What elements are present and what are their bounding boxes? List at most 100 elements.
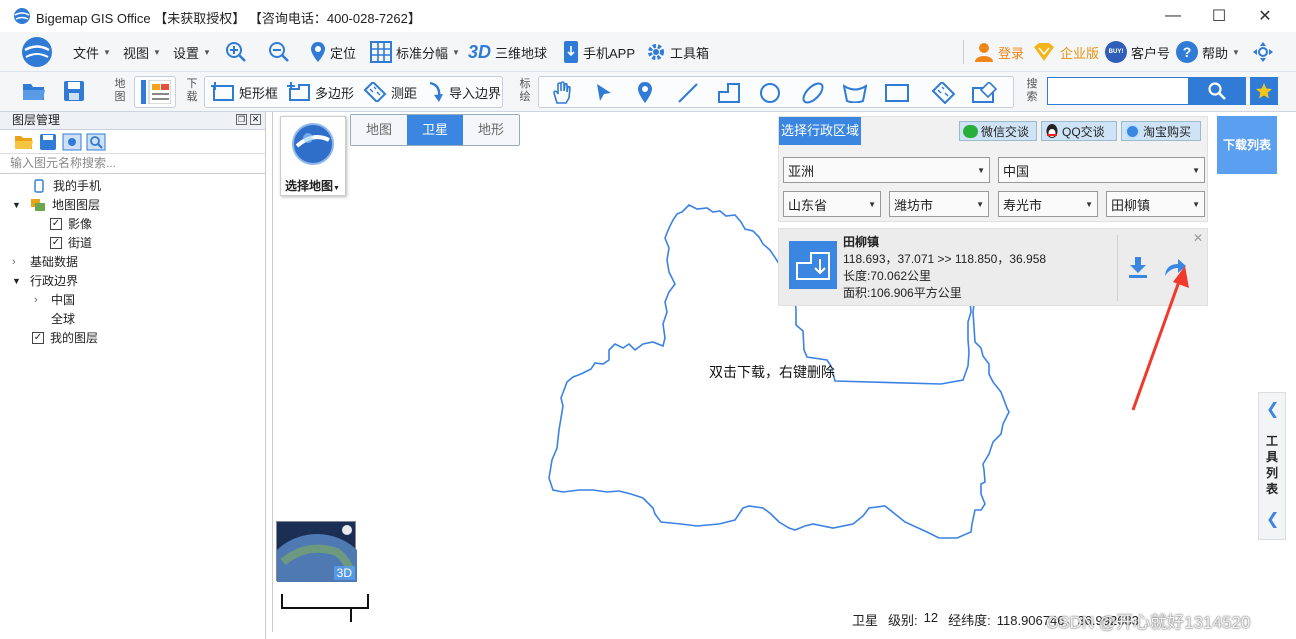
- tree-item-global[interactable]: 全球: [0, 309, 265, 328]
- ellipse-draw-icon[interactable]: [801, 81, 825, 105]
- save-icon[interactable]: [63, 80, 85, 102]
- search-group-label: 搜索: [1026, 78, 1038, 104]
- search-input[interactable]: [1047, 77, 1189, 105]
- buy-badge-icon: BUY!: [1105, 41, 1127, 63]
- target-move-icon[interactable]: [1252, 41, 1274, 63]
- locate-button[interactable]: 定位: [310, 38, 356, 66]
- country-select[interactable]: 中国 ▼: [998, 157, 1205, 183]
- map-canvas[interactable]: 选择地图▼ 地图 卫星 地形 双击下载，右键删除 选择行政区域 微信交谈 QQ交…: [259, 112, 1288, 639]
- favorite-button[interactable]: [1250, 77, 1278, 105]
- province-select[interactable]: 山东省 ▼: [783, 191, 881, 217]
- login-button[interactable]: 登录: [974, 38, 1024, 66]
- chevron-down-icon[interactable]: ▼: [12, 200, 30, 210]
- chevron-down-icon: ▼: [153, 47, 161, 57]
- chevron-right-icon[interactable]: ›: [12, 256, 30, 268]
- settings-menu-label: 设置: [173, 45, 200, 61]
- tree-item-admin-boundary[interactable]: ▼ 行政边界: [0, 271, 265, 290]
- measure-button[interactable]: 测距: [363, 78, 417, 106]
- standard-sheet-button[interactable]: 标准分幅 ▼: [370, 38, 460, 66]
- map-source-button[interactable]: [134, 76, 176, 108]
- taobao-buy-button[interactable]: 淘宝购买: [1121, 121, 1201, 141]
- layer-search-icon[interactable]: [86, 133, 106, 151]
- tool-list-char-3: 列: [1266, 466, 1279, 480]
- rect-frame-button[interactable]: 矩形框: [211, 78, 278, 106]
- scale-bar: [281, 594, 369, 622]
- close-button[interactable]: ✕: [1242, 0, 1288, 32]
- continent-select[interactable]: 亚洲 ▼: [783, 157, 990, 183]
- my-layers-checkbox[interactable]: ✓: [32, 331, 44, 344]
- area-measure-icon[interactable]: [971, 82, 997, 104]
- save-icon[interactable]: [38, 133, 58, 151]
- country-value: 中国: [1003, 163, 1030, 179]
- line-draw-icon[interactable]: [677, 82, 699, 104]
- download-list-button[interactable]: 下载列表: [1217, 116, 1277, 174]
- chevron-right-icon[interactable]: ›: [34, 294, 51, 306]
- view-menu[interactable]: 视图 ▼: [123, 38, 161, 66]
- close-card-icon[interactable]: ✕: [1193, 231, 1203, 245]
- select-all-icon[interactable]: [62, 133, 82, 151]
- open-folder-icon[interactable]: [22, 80, 46, 102]
- tree-label-streets: 街道: [68, 236, 93, 250]
- tree-item-china[interactable]: › 中国: [0, 290, 265, 309]
- mobile-app-button[interactable]: 手机APP: [563, 38, 635, 66]
- hand-pan-icon[interactable]: [551, 81, 573, 105]
- ruler-measure-icon[interactable]: [931, 82, 955, 104]
- imagery-checkbox[interactable]: ✓: [50, 217, 62, 230]
- toolbox-button[interactable]: 工具箱: [646, 38, 709, 66]
- polygon-draw-icon[interactable]: [717, 82, 741, 104]
- customer-no-button[interactable]: BUY! 客户号: [1105, 38, 1170, 66]
- tree-label-global: 全球: [51, 312, 76, 326]
- tree-item-map-layers[interactable]: ▼ 地图图层: [0, 195, 265, 214]
- minimize-button[interactable]: —: [1150, 0, 1196, 32]
- download-region-icon: [796, 252, 830, 280]
- town-select[interactable]: 田柳镇 ▼: [1106, 191, 1205, 217]
- pointer-arrow-icon[interactable]: [595, 83, 613, 103]
- circle-draw-icon[interactable]: [759, 82, 781, 104]
- open-folder-icon[interactable]: [14, 133, 34, 151]
- streets-checkbox[interactable]: ✓: [50, 236, 62, 249]
- tree-label-imagery: 影像: [68, 217, 93, 231]
- search-button[interactable]: [1188, 77, 1246, 105]
- polygon-button[interactable]: 多边形: [287, 78, 354, 106]
- globe-3d-button[interactable]: 3D 三维地球: [468, 38, 547, 66]
- tool-list-tab[interactable]: ❮ 工 具 列 表 ❮: [1258, 392, 1286, 540]
- tree-item-my-layers[interactable]: ✓ 我的图层: [0, 328, 265, 347]
- tree-item-my-phone[interactable]: 我的手机: [0, 176, 265, 195]
- tree-item-streets[interactable]: ✓ 街道: [0, 233, 265, 252]
- chevron-down-icon[interactable]: ▼: [12, 276, 30, 286]
- sector-draw-icon[interactable]: [843, 83, 867, 103]
- chevron-left-icon[interactable]: ❮: [1266, 399, 1279, 419]
- qq-chat-button[interactable]: QQ交谈: [1041, 121, 1117, 141]
- zoom-in-icon[interactable]: [225, 41, 247, 63]
- globe-minimap[interactable]: 3D: [259, 521, 375, 639]
- layer-search-input[interactable]: 输入图元名称搜索...: [0, 154, 265, 174]
- tree-item-basic-data[interactable]: › 基础数据: [0, 252, 265, 271]
- wechat-chat-button[interactable]: 微信交谈: [959, 121, 1037, 141]
- rectangle-draw-icon[interactable]: [885, 83, 909, 103]
- city-select[interactable]: 潍坊市 ▼: [889, 191, 989, 217]
- enterprise-button[interactable]: 企业版: [1032, 38, 1099, 66]
- app-menu-logo-icon[interactable]: [20, 35, 54, 69]
- chevron-down-icon: ▼: [1192, 165, 1200, 175]
- star-icon: [1256, 83, 1272, 99]
- chevron-left-icon[interactable]: ❮: [1266, 509, 1279, 529]
- import-boundary-button[interactable]: 导入边界: [427, 78, 501, 106]
- county-select[interactable]: 寿光市 ▼: [998, 191, 1098, 217]
- help-menu[interactable]: ? 帮助 ▼: [1176, 38, 1240, 66]
- settings-menu[interactable]: 设置 ▼: [173, 38, 211, 66]
- polygon-icon: [287, 82, 310, 101]
- maximize-button[interactable]: ☐: [1196, 0, 1242, 32]
- tree-item-imagery[interactable]: ✓ 影像: [0, 214, 265, 233]
- zoom-out-icon[interactable]: [268, 41, 290, 63]
- wechat-icon: [963, 124, 978, 138]
- login-label: 登录: [998, 45, 1025, 61]
- file-menu-label: 文件: [73, 45, 100, 61]
- file-menu[interactable]: 文件 ▼: [73, 38, 111, 66]
- restore-panel-icon[interactable]: ❐: [236, 114, 247, 125]
- close-panel-icon[interactable]: ✕: [250, 114, 261, 125]
- download-group-label-2: 载: [186, 91, 198, 103]
- view-menu-label: 视图: [123, 45, 150, 61]
- layer-panel-title: 图层管理: [12, 113, 61, 127]
- map-group-label-1: 地: [114, 78, 126, 90]
- marker-pin-icon[interactable]: [637, 81, 653, 105]
